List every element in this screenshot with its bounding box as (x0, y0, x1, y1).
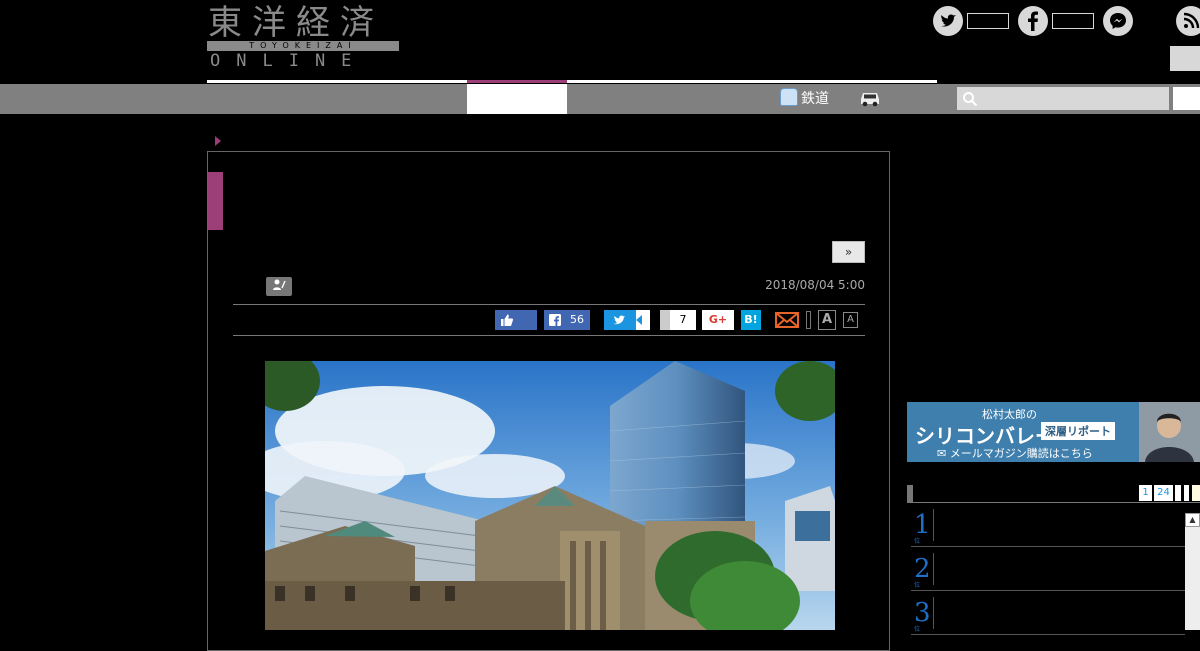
logo-kanji[interactable]: 東洋経済 (208, 4, 398, 42)
search-icon (963, 92, 978, 107)
pocket-count: 7 (670, 310, 696, 330)
ranking-scrollbar[interactable] (1185, 513, 1200, 630)
author-icon[interactable] (266, 277, 292, 296)
logo-online: ONLINE (210, 51, 368, 71)
font-size-large-button[interactable]: A (818, 310, 836, 330)
ranking-divider (933, 553, 934, 585)
pocket-button[interactable] (660, 310, 670, 330)
banner-line3: 深層リポート (1041, 422, 1115, 440)
newsletter-banner[interactable]: 松村太郎の シリコンバレー 深層リポート ✉ メールマガジン購読はこちら (907, 402, 1200, 462)
banner-line4: ✉ メールマガジン購読はこちら (937, 447, 1093, 460)
mail-icon: ✉ (937, 447, 947, 460)
ranking-page-tab[interactable] (1184, 485, 1189, 501)
next-page-button[interactable]: » (832, 241, 865, 263)
twitter-follow-count[interactable] (967, 13, 1009, 29)
font-size-separator (806, 311, 811, 329)
facebook-icon[interactable] (1018, 6, 1048, 36)
banner-portrait (1139, 402, 1200, 462)
search-input[interactable] (957, 87, 1169, 110)
ranking-item[interactable] (911, 503, 1185, 547)
facebook-share-button[interactable]: 56 (544, 310, 590, 330)
nav-item-rail[interactable]: 鉄道 (780, 84, 829, 114)
ranking-item[interactable] (911, 547, 1185, 591)
ranking-page-tab[interactable] (1192, 485, 1200, 501)
mail-icon[interactable] (775, 310, 799, 330)
twitter-icon[interactable] (933, 6, 963, 36)
scroll-up-button[interactable]: ▲ (1185, 513, 1200, 527)
breadcrumb-arrow-icon (215, 136, 221, 146)
share-bar-top-rule (233, 304, 865, 305)
twitter-tweet-count (636, 310, 650, 330)
rss-icon[interactable] (1176, 6, 1200, 36)
nav-top-border (207, 80, 937, 83)
facebook-like-button[interactable] (495, 310, 537, 330)
facebook-share-count: 56 (570, 313, 584, 326)
ranking-page-1[interactable]: 1 (1139, 485, 1152, 501)
ranking-page-24[interactable]: 24 (1154, 485, 1173, 501)
search-submit-button[interactable] (1173, 87, 1200, 110)
ranking-divider (933, 509, 934, 541)
publish-date: 2018/08/04 5:00 (765, 278, 865, 292)
ranking-tab-indicator (907, 485, 913, 502)
car-icon[interactable] (858, 89, 882, 107)
hatena-bookmark-button[interactable]: B! (741, 310, 761, 330)
nav-active-indicator (467, 80, 567, 83)
share-bar-bottom-rule (233, 335, 865, 336)
font-size-small-button[interactable]: A (843, 312, 858, 328)
header-login-button[interactable] (1170, 46, 1200, 71)
nav-tab-active[interactable] (467, 84, 567, 114)
article-photo (265, 361, 835, 630)
google-plus-button[interactable]: G+ (702, 310, 734, 330)
ranking-number: 3位 (914, 598, 931, 633)
ranking-item[interactable] (911, 591, 1185, 635)
facebook-like-count[interactable] (1052, 13, 1094, 29)
messenger-icon[interactable] (1103, 6, 1133, 36)
logo-romaji: TOYOKEIZAI (207, 41, 399, 51)
train-icon (780, 88, 798, 106)
twitter-tweet-button[interactable] (604, 310, 636, 330)
nav-item-rail-label: 鉄道 (801, 91, 829, 107)
ranking-number: 1位 (914, 510, 931, 545)
article-title-accent (208, 172, 223, 230)
ranking-number: 2位 (914, 554, 931, 589)
ranking-divider (933, 597, 934, 629)
ranking-page-tab[interactable] (1175, 485, 1181, 501)
